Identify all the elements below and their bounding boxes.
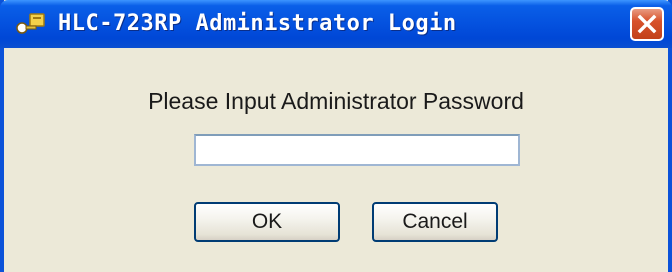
app-key-icon	[14, 12, 48, 36]
dialog-body: Please Input Administrator Password OK C…	[4, 48, 668, 272]
title-bar[interactable]: HLC-723RP Administrator Login	[0, 0, 672, 48]
ok-button[interactable]: OK	[194, 202, 340, 242]
close-icon	[637, 14, 657, 34]
password-input[interactable]	[194, 134, 520, 166]
cancel-button[interactable]: Cancel	[372, 202, 498, 242]
window-title: HLC-723RP Administrator Login	[58, 11, 457, 36]
password-prompt-label: Please Input Administrator Password	[148, 88, 524, 114]
login-dialog-window: HLC-723RP Administrator Login Please Inp…	[0, 0, 672, 272]
close-button[interactable]	[630, 7, 664, 41]
